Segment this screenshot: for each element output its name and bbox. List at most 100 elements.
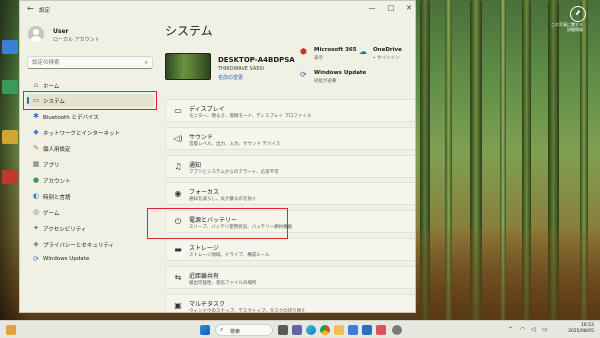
apps-icon: ▦ — [32, 160, 40, 168]
back-arrow-icon[interactable]: ← — [27, 4, 34, 13]
settings-row-title: マルチタスク — [189, 300, 226, 308]
onedrive-icon: ☁ — [359, 47, 367, 56]
sidebar-item-windows-update[interactable]: ⟳ Windows Update — [26, 253, 154, 266]
sidebar-item-label: ホーム — [43, 83, 60, 90]
settings-row-storage[interactable]: ▬ストレージストレージ領域、ドライブ、構成ルール› — [165, 238, 415, 261]
home-icon: ⌂ — [33, 80, 39, 89]
network-icon: ◆ — [33, 128, 39, 137]
settings-row-title: ストレージ — [189, 245, 219, 252]
status-title: Microsoft 365 — [314, 47, 357, 53]
sidebar-item-personalization[interactable]: ✎ 個人用設定 — [26, 142, 154, 155]
personalization-icon: ✎ — [33, 144, 39, 153]
sound-icon: ◁) — [173, 133, 183, 143]
sidebar-item-network[interactable]: ◆ ネットワークとインターネット — [26, 126, 154, 139]
settings-gear-icon[interactable] — [392, 325, 402, 335]
wifi-icon[interactable]: ◠ — [520, 326, 525, 333]
search-box[interactable]: ⌕ — [27, 56, 153, 69]
clock[interactable]: 16:53 2025/08/05 — [568, 323, 594, 335]
sidebar-item-label: Bluetooth とデバイス — [43, 115, 99, 122]
settings-row-subtitle: 検出可能性、受信ファイルの場所 — [189, 280, 257, 286]
bluetooth-icon: ✱ — [33, 112, 39, 121]
gaming-icon: ◎ — [32, 207, 40, 216]
sidebar-item-label: ゲーム — [43, 210, 60, 217]
file-explorer-icon[interactable] — [334, 325, 344, 335]
task-view-icon[interactable] — [278, 325, 288, 335]
close-icon[interactable]: ✕ — [403, 4, 415, 12]
sidebar-item-home[interactable]: ⌂ ホーム — [26, 78, 154, 91]
sidebar-item-label: 時刻と言語 — [43, 194, 71, 201]
settings-row-subtitle: 音量レベル、出力、入力、サウンド デバイス — [189, 141, 281, 147]
settings-window: ← 設定 — □ ✕ User ローカル アカウント ⌕ ⌂ ホーム ▭ システム ✱ B… — [19, 0, 416, 313]
taskbar-search[interactable]: ⌕ 検索 — [215, 324, 273, 336]
widgets-icon[interactable] — [6, 325, 16, 335]
focus-icon: ◉ — [174, 189, 182, 199]
settings-row-notification-bell[interactable]: ♫通知アプリとシステムからのアラート、応答不可› — [165, 154, 415, 178]
device-name: DESKTOP-A4BDPSA — [218, 56, 295, 64]
start-windows-icon[interactable] — [200, 325, 210, 335]
settings-row-title: サウンド — [189, 133, 214, 141]
desktop-shortcut-icon[interactable] — [2, 130, 18, 144]
settings-row-title: ディスプレイ — [189, 106, 225, 113]
settings-row-title: 近距離共有 — [189, 272, 220, 280]
desktop-shortcut-icon[interactable] — [2, 170, 18, 184]
settings-row-subtitle: モニター、明るさ、夜間モード、ディスプレイ プロファイル — [189, 114, 312, 119]
sidebar-item-time-language[interactable]: ◐ 時刻と言語 — [26, 189, 154, 202]
sidebar-item-label: Windows Update — [43, 256, 90, 263]
edge-browser-icon[interactable] — [306, 325, 316, 335]
volume-icon[interactable]: ◁ — [531, 326, 536, 333]
photos-icon[interactable] — [376, 325, 386, 335]
mail-icon[interactable] — [362, 325, 372, 335]
search-icon[interactable]: ⌕ — [145, 59, 148, 67]
sidebar-item-accessibility[interactable]: ✦ アクセシビリティ — [26, 221, 154, 234]
photo-info-icon[interactable] — [570, 6, 586, 22]
settings-row-title: フォーカス — [189, 189, 220, 197]
minimize-icon[interactable]: — — [366, 4, 378, 12]
page-title: システム — [165, 24, 213, 38]
window-title: 設定 — [39, 8, 51, 14]
settings-row-sound[interactable]: ◁)サウンド音量レベル、出力、入力、サウンド デバイス› — [165, 126, 415, 150]
settings-row-multitasking[interactable]: ▣マルチタスクウィンドウのスナップ、デスクトップ、タスクの切り替え› — [165, 293, 415, 312]
store-icon[interactable] — [348, 325, 358, 335]
sidebar-item-accounts[interactable]: ● アカウント — [26, 173, 154, 186]
title-bar: ← 設定 — □ ✕ — [20, 1, 415, 17]
sidebar-item-label: ネットワークとインターネット — [43, 131, 121, 138]
storage-icon: ▬ — [174, 245, 182, 254]
rename-link[interactable]: 名前の変更 — [218, 74, 243, 81]
nearby-sharing-icon: ⇆ — [174, 272, 182, 282]
sidebar-item-label: アカウント — [43, 178, 71, 185]
settings-row-display[interactable]: ▭ディスプレイモニター、明るさ、夜間モード、ディスプレイ プロファイル› — [165, 99, 415, 122]
highlight-box-system — [23, 91, 157, 110]
sidebar-item-apps[interactable]: ▦ アプリ — [26, 158, 154, 171]
status-title: OneDrive — [373, 47, 402, 53]
desktop-shortcut-icon[interactable] — [2, 40, 18, 54]
settings-row-nearby-sharing[interactable]: ⇆近距離共有検出可能性、受信ファイルの場所› — [165, 265, 415, 289]
sidebar-item-privacy-shield[interactable]: ◈ プライバシーとセキュリティ — [26, 237, 154, 250]
status-subtitle: • サインイン — [373, 56, 400, 61]
status-title: Windows Update — [314, 70, 367, 76]
account-type: ローカル アカウント — [53, 37, 100, 43]
teams-icon[interactable] — [292, 325, 302, 335]
sidebar-item-bluetooth[interactable]: ✱ Bluetooth とデバイス — [26, 110, 154, 123]
desktop-shortcut-icon[interactable] — [2, 80, 18, 94]
chrome-icon[interactable] — [320, 325, 330, 335]
search-icon: ⌕ — [220, 326, 224, 333]
chevron-up-icon[interactable]: ⌃ — [508, 326, 513, 333]
taskbar-search-label: 検索 — [230, 328, 241, 335]
photo-info-label[interactable]: この写真に関する 詳細情報 — [543, 22, 583, 32]
settings-row-focus[interactable]: ◉フォーカス通知を減らし、気が散るのを防ぐ› — [165, 182, 415, 206]
maximize-icon[interactable]: □ — [385, 4, 397, 12]
battery-icon[interactable]: ▭ — [542, 326, 548, 333]
settings-row-subtitle: 通知を減らし、気が散るのを防ぐ — [189, 197, 257, 203]
settings-row-title: 通知 — [189, 161, 202, 169]
windows-update-icon: ⟳ — [300, 70, 307, 79]
sidebar-item-label: 個人用設定 — [43, 147, 71, 154]
status-subtitle: 対処が必要 — [314, 79, 337, 84]
device-model: THIRDWAVE SA50i — [218, 66, 264, 72]
display-icon: ▭ — [174, 106, 182, 115]
accounts-icon: ● — [32, 175, 40, 184]
sidebar-item-gaming[interactable]: ◎ ゲーム — [26, 205, 154, 218]
multitasking-icon: ▣ — [174, 300, 182, 310]
search-input[interactable] — [32, 58, 132, 68]
privacy-shield-icon: ◈ — [33, 239, 39, 248]
clock-date: 2025/08/05 — [568, 329, 594, 334]
